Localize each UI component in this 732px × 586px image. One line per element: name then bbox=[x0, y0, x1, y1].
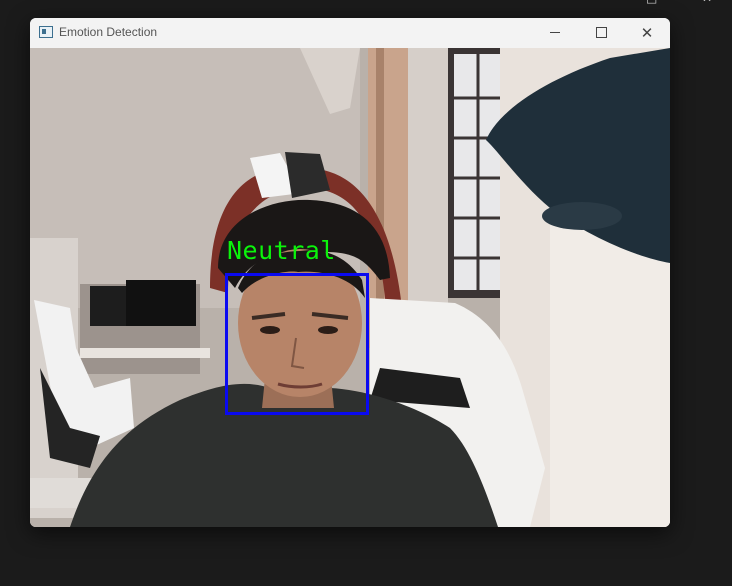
window-title: Emotion Detection bbox=[59, 25, 158, 39]
maximize-button[interactable] bbox=[578, 18, 624, 48]
minimize-icon bbox=[550, 32, 560, 33]
title-bar[interactable]: Emotion Detection ✕ bbox=[30, 18, 670, 48]
background-window-edge: □ ✕ bbox=[642, 0, 732, 5]
close-button[interactable]: ✕ bbox=[624, 18, 670, 48]
app-icon bbox=[39, 26, 53, 38]
emotion-label: Neutral bbox=[227, 236, 336, 265]
webcam-frame: Neutral bbox=[30, 48, 670, 527]
emotion-detection-window: Emotion Detection ✕ Neutral bbox=[30, 18, 670, 527]
close-icon: ✕ bbox=[640, 24, 654, 42]
face-bounding-box bbox=[225, 273, 369, 415]
background-maximize-icon[interactable]: □ bbox=[646, 0, 657, 5]
background-close-icon[interactable]: ✕ bbox=[702, 0, 712, 5]
minimize-button[interactable] bbox=[532, 18, 578, 48]
maximize-icon bbox=[595, 27, 607, 38]
